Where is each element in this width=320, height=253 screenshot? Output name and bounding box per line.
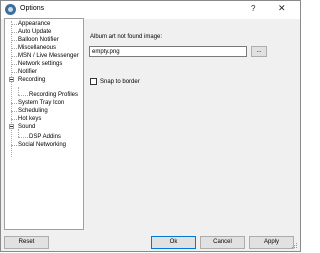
snap-to-border-checkbox[interactable] [90, 78, 97, 85]
tree-item-auto-update[interactable]: Auto Update [18, 28, 51, 36]
tree-connector [11, 111, 17, 112]
options-tree[interactable]: Appearance Auto Update Balloon Notifier … [4, 18, 84, 230]
tree-connector [11, 103, 17, 104]
tree-connector [11, 21, 12, 157]
tree-connector [11, 24, 17, 25]
tree-item-social-networking[interactable]: Social Networking [18, 141, 66, 149]
tree-connector [11, 72, 17, 73]
reset-button[interactable]: Reset [4, 236, 49, 249]
tree-item-dsp-addins[interactable]: DSP Addins [29, 133, 61, 141]
app-icon [5, 4, 16, 15]
resize-grip-icon[interactable] [292, 243, 298, 249]
tree-connector [11, 56, 17, 57]
tree-connector [11, 32, 17, 33]
tree-connector [11, 48, 17, 49]
tree-item-notifier[interactable]: Notifier [18, 68, 37, 76]
tree-item-network-settings[interactable]: Network settings [18, 60, 62, 68]
apply-button[interactable]: Apply [249, 236, 294, 249]
tree-connector [18, 87, 19, 95]
tree-item-miscellaneous[interactable]: Miscellaneous [18, 44, 56, 52]
collapse-recording-icon[interactable] [9, 77, 14, 82]
collapse-sound-icon[interactable] [9, 124, 14, 129]
album-art-input[interactable] [89, 46, 247, 57]
tree-connector [11, 64, 17, 65]
tree-connector [11, 40, 17, 41]
tree-item-sound[interactable]: Sound [18, 123, 35, 131]
ok-button[interactable]: Ok [151, 236, 196, 249]
tree-item-recording-profiles[interactable]: Recording Profiles [29, 91, 78, 99]
tree-item-hot-keys[interactable]: Hot keys [18, 115, 41, 123]
tree-connector [18, 137, 28, 138]
tree-connector [11, 119, 17, 120]
tree-item-msn-messenger[interactable]: MSN / Live Messenger [18, 52, 79, 60]
tree-item-balloon-notifier[interactable]: Balloon Notifier [18, 36, 59, 44]
tree-item-system-tray-icon[interactable]: System Tray Icon [18, 99, 64, 107]
tree-item-scheduling[interactable]: Scheduling [18, 107, 48, 115]
snap-to-border-label: Snap to border [100, 79, 140, 85]
tree-connector [18, 95, 28, 96]
browse-button[interactable]: ... [251, 46, 267, 57]
tree-connector [11, 145, 17, 146]
cancel-button[interactable]: Cancel [200, 236, 245, 249]
close-button[interactable]: ✕ [278, 3, 286, 14]
title-bar: Options ? ✕ [1, 1, 300, 19]
window-title: Options [20, 5, 45, 12]
tree-item-recording[interactable]: Recording [18, 76, 45, 84]
options-window: Options ? ✕ Appearance Auto Update Ballo… [0, 0, 301, 252]
album-art-label: Album art not found image: [90, 34, 163, 40]
tree-item-appearance[interactable]: Appearance [18, 20, 50, 28]
help-button[interactable]: ? [251, 4, 255, 13]
